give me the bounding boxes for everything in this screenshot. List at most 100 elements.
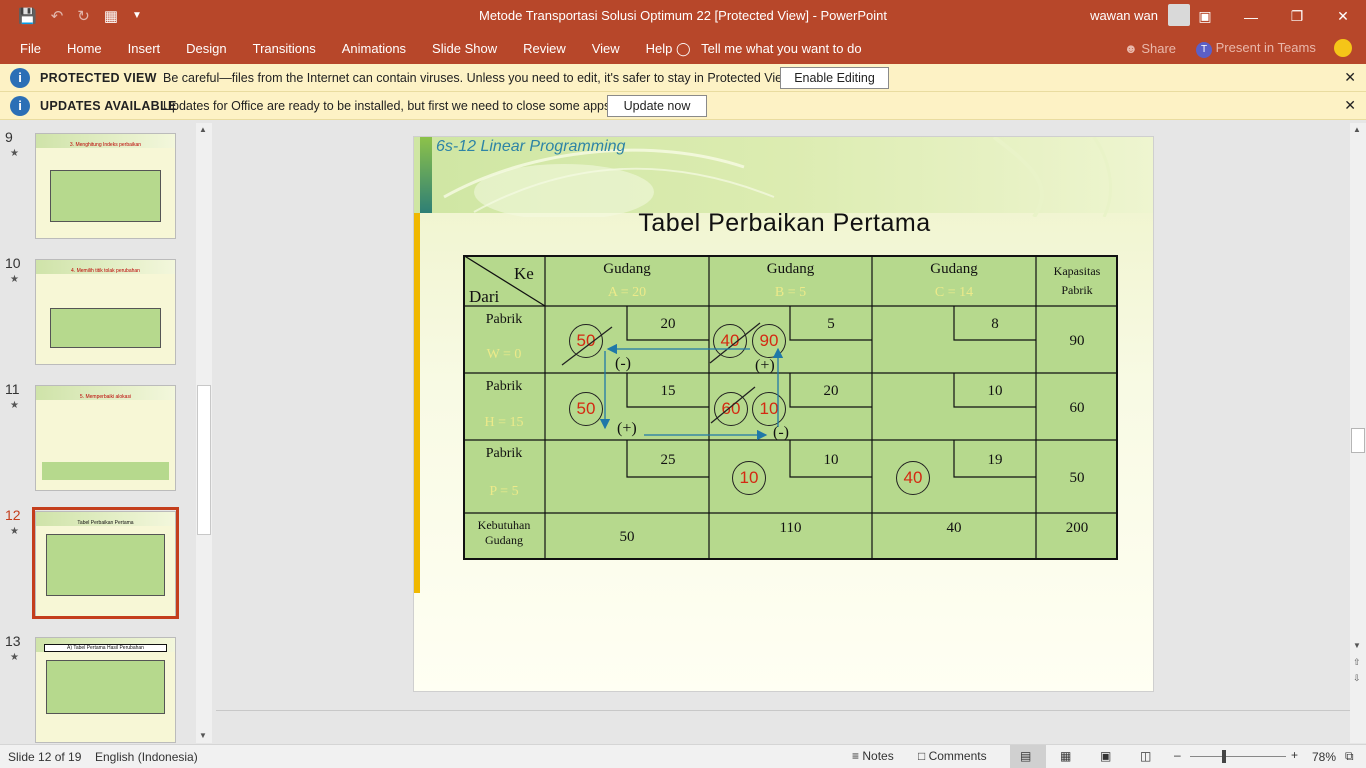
teams-icon: T — [1196, 42, 1212, 58]
zoom-slider[interactable] — [1190, 756, 1286, 757]
ribbon-tab-file[interactable]: File — [20, 41, 41, 56]
share-button[interactable]: ☻ Share — [1124, 41, 1176, 56]
slide-thumbnail[interactable]: 3. Menghitung Indeks perbaikan — [35, 133, 176, 239]
thumb-number: 11 — [5, 381, 20, 397]
ribbon-tab-review[interactable]: Review — [523, 41, 566, 56]
scroll-down-icon[interactable]: ▼ — [199, 731, 207, 740]
close-icon[interactable]: ✕ — [1320, 0, 1366, 33]
ribbon: File Home Insert Design Transitions Animation… — [0, 33, 1366, 64]
scroll-down-icon[interactable]: ▼ — [1353, 641, 1361, 650]
lightbulb-icon: ◯ — [676, 41, 691, 56]
thumb-number: 9 — [5, 129, 13, 145]
present-in-teams-button[interactable]: T Present in Teams — [1196, 40, 1316, 58]
title-bar: 💾 ↶ ↻ ▦ ▼ Metode Transportasi Solusi Opt… — [0, 0, 1366, 33]
zoom-in-icon[interactable]: + — [1291, 748, 1298, 762]
protected-view-bar: i PROTECTED VIEW Be careful—files from t… — [0, 64, 1366, 92]
update-now-button[interactable]: Update now — [607, 95, 707, 117]
ribbon-tab-slide-show[interactable]: Slide Show — [432, 41, 497, 56]
transition-star-icon: ★ — [10, 526, 19, 537]
share-label: Share — [1141, 41, 1177, 56]
sign-minus: (-) — [773, 424, 789, 441]
thumb-title: 4. Memilih titik tolak perubahan — [71, 268, 140, 274]
slide-thumbnail[interactable]: 5. Memperbaiki alokasi — [35, 385, 176, 491]
selected-slide-frame — [32, 507, 179, 619]
person-icon: ☻ — [1124, 41, 1138, 56]
thumb-number: 12 — [5, 507, 21, 523]
ribbon-tab-animations[interactable]: Animations — [342, 41, 406, 56]
user-name[interactable]: wawan wan — [1090, 8, 1158, 23]
thumb-table — [46, 660, 165, 714]
close-icon[interactable]: ✕ — [1344, 97, 1356, 114]
ribbon-display-icon[interactable]: ▣ — [1182, 0, 1228, 33]
ribbon-tab-design[interactable]: Design — [186, 41, 226, 56]
updates-message: Updates for Office are ready to be insta… — [163, 99, 614, 113]
slide-show-icon[interactable]: ◫ — [1140, 749, 1151, 763]
ribbon-tab-home[interactable]: Home — [67, 41, 102, 56]
transition-star-icon: ★ — [10, 148, 19, 159]
sign-plus: (+) — [617, 420, 637, 437]
slide-sorter-icon[interactable]: ▦ — [1060, 749, 1071, 763]
zoom-slider-thumb[interactable] — [1222, 750, 1226, 763]
transition-star-icon: ★ — [10, 652, 19, 663]
zoom-level[interactable]: 78% — [1312, 750, 1336, 764]
scroll-up-icon[interactable]: ▲ — [1353, 125, 1361, 134]
next-slide-icon[interactable]: ⇩ — [1353, 673, 1361, 684]
comment-icon: □ — [918, 749, 926, 763]
protected-view-heading: PROTECTED VIEW — [40, 71, 157, 85]
notes-label: Notes — [862, 749, 894, 763]
transition-star-icon: ★ — [10, 274, 19, 285]
status-bar: Slide 12 of 19 English (Indonesia) ≡ Not… — [0, 744, 1366, 768]
comments-label: Comments — [928, 749, 987, 763]
teams-label: Present in Teams — [1215, 40, 1316, 55]
scrollbar-thumb[interactable] — [1351, 428, 1365, 453]
slide-scrollbar[interactable]: ▲ ▼ ⇧ ⇩ — [1350, 123, 1366, 743]
reading-view-icon[interactable]: ▣ — [1100, 749, 1111, 763]
thumb-title: A) Tabel Pertama Hasil Perubahan — [44, 644, 167, 652]
protected-view-message: Be careful—files from the Internet can c… — [163, 71, 794, 85]
zoom-out-icon[interactable]: – — [1174, 748, 1181, 762]
sign-plus: (+) — [755, 357, 775, 374]
enable-editing-button[interactable]: Enable Editing — [780, 67, 889, 89]
normal-view-icon: ▤ — [1020, 749, 1032, 763]
thumb-table — [50, 308, 161, 348]
updates-heading: UPDATES AVAILABLE — [40, 99, 177, 113]
thumb-table — [50, 170, 161, 222]
info-icon: i — [10, 68, 30, 88]
tell-me-label: Tell me what you want to do — [701, 41, 862, 56]
scrollbar-thumb[interactable] — [197, 385, 211, 535]
window-controls: ▣ — ❐ ✕ — [1182, 0, 1366, 33]
minimize-icon[interactable]: — — [1228, 0, 1274, 33]
slide-counter: Slide 12 of 19 — [8, 750, 82, 764]
scroll-up-icon[interactable]: ▲ — [199, 125, 207, 134]
fit-to-window-icon[interactable]: ⧉ — [1345, 749, 1354, 764]
slide-thumbnail[interactable]: 4. Memilih titik tolak perubahan — [35, 259, 176, 365]
slide-thumbnails-pane: 9 ★ 3. Menghitung Indeks perbaikan 10 ★ … — [0, 120, 216, 744]
thumb-title: 5. Memperbaiki alokasi — [79, 394, 132, 400]
thumbnails-scrollbar[interactable]: ▲ ▼ — [196, 123, 212, 743]
comments-button[interactable]: □ Comments — [918, 749, 987, 763]
tell-me-box[interactable]: ◯ Tell me what you want to do — [676, 41, 862, 57]
ribbon-tab-insert[interactable]: Insert — [128, 41, 161, 56]
ribbon-tabs: File Home Insert Design Transitions Animation… — [20, 41, 698, 56]
close-icon[interactable]: ✕ — [1344, 69, 1356, 86]
notes-button[interactable]: ≡ Notes — [852, 749, 894, 763]
feedback-smiley-icon[interactable] — [1334, 39, 1352, 57]
updates-available-bar: i UPDATES AVAILABLE Updates for Office a… — [0, 92, 1366, 120]
sign-minus: (-) — [615, 355, 631, 372]
previous-slide-icon[interactable]: ⇧ — [1353, 657, 1361, 668]
slide-thumbnail[interactable]: A) Tabel Pertama Hasil Perubahan — [35, 637, 176, 743]
notes-icon: ≡ — [852, 749, 860, 763]
stepping-stone-path — [561, 322, 784, 441]
restore-icon[interactable]: ❐ — [1274, 0, 1320, 33]
ribbon-tab-transitions[interactable]: Transitions — [253, 41, 316, 56]
ribbon-tab-help[interactable]: Help — [646, 41, 673, 56]
slide[interactable]: 6s-12 Linear Programming Tabel Perbaikan… — [413, 136, 1154, 692]
info-icon: i — [10, 96, 30, 116]
thumb-number: 13 — [5, 633, 21, 649]
language-indicator[interactable]: English (Indonesia) — [95, 750, 198, 764]
transition-star-icon: ★ — [10, 400, 19, 411]
ribbon-tab-view[interactable]: View — [592, 41, 620, 56]
notes-divider — [216, 710, 1350, 711]
window-title: Metode Transportasi Solusi Optimum 22 [P… — [478, 8, 887, 23]
thumb-title: 3. Menghitung Indeks perbaikan — [69, 142, 142, 148]
